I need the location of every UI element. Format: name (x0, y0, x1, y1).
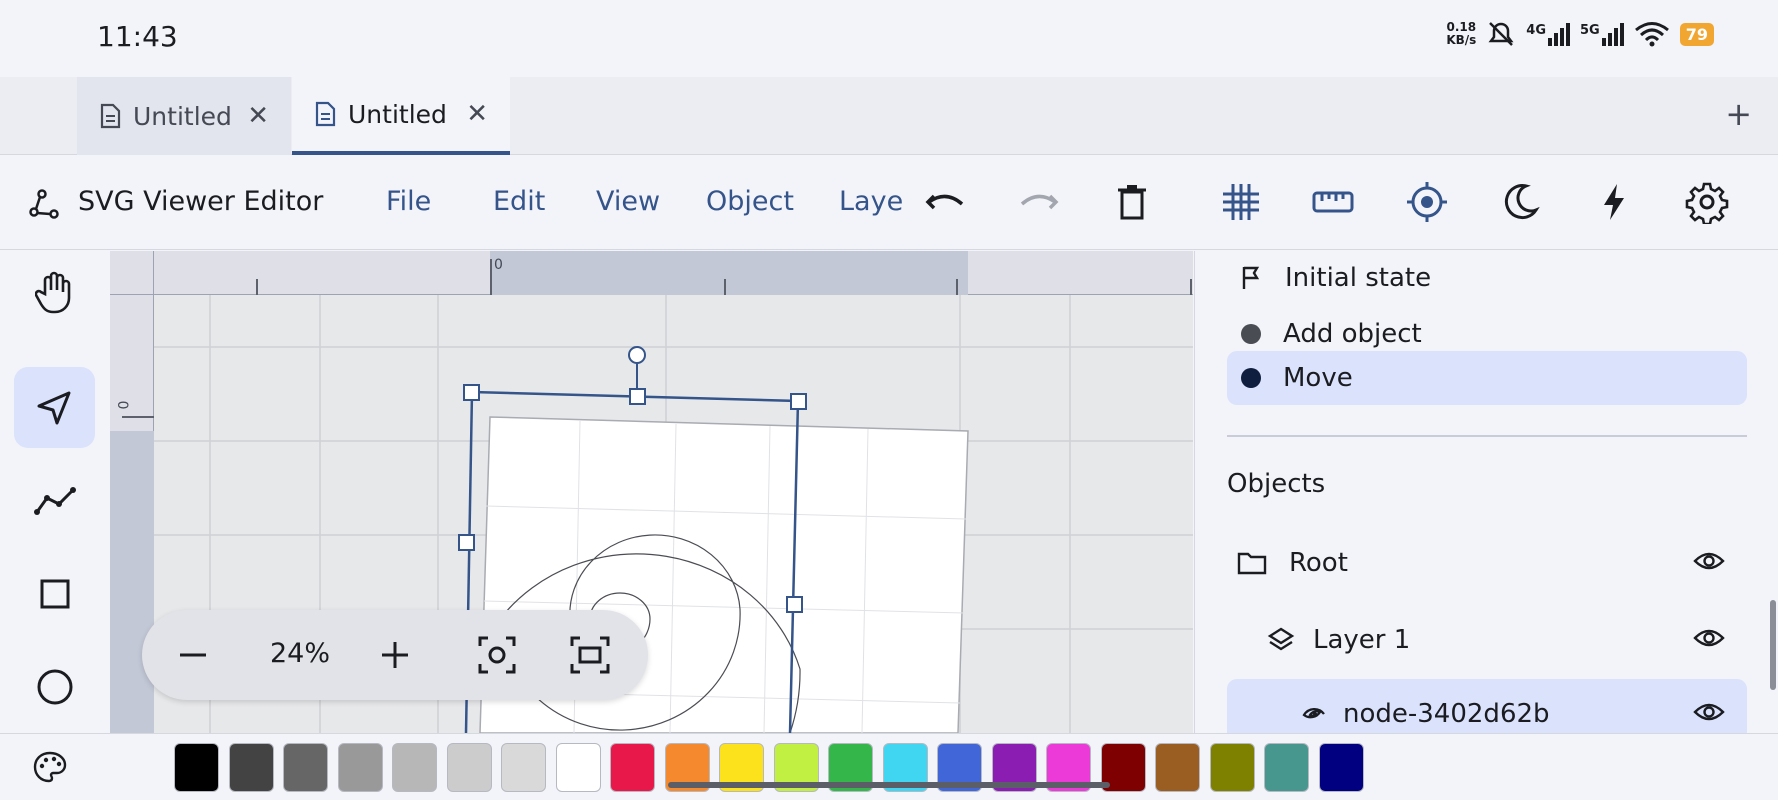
right-panel: Initial state Add object Move Objects Ro… (1194, 251, 1778, 733)
ruler-top-zero: 0 (494, 257, 503, 273)
fit-selection-icon[interactable] (478, 636, 516, 674)
undo-icon[interactable] (924, 180, 968, 224)
close-icon[interactable]: ✕ (466, 99, 488, 129)
select-arrow-icon (37, 391, 70, 424)
settings-icon[interactable] (1685, 180, 1729, 224)
app-logo-icon (29, 189, 59, 219)
document-icon (100, 103, 121, 129)
objects-heading: Objects (1227, 469, 1326, 499)
menu-edit[interactable]: Edit (493, 186, 545, 217)
eye-icon[interactable] (1693, 700, 1725, 724)
select-tool[interactable] (14, 367, 95, 448)
zoom-controls: 24% (142, 610, 648, 700)
color-swatch[interactable] (174, 743, 219, 792)
spiral-icon (1302, 707, 1325, 719)
object-layer-1[interactable]: Layer 1 (1227, 605, 1747, 675)
dot-icon (1241, 368, 1261, 388)
hand-icon (34, 271, 70, 313)
grid-icon[interactable] (1219, 180, 1263, 224)
layers-icon (1267, 627, 1295, 651)
color-swatch[interactable] (610, 743, 655, 792)
zoom-out-icon[interactable] (178, 640, 208, 670)
menu-object[interactable]: Object (706, 186, 794, 217)
color-swatch[interactable] (555, 743, 601, 792)
folder-icon (1237, 552, 1267, 575)
eye-icon[interactable] (1693, 549, 1725, 573)
panel-divider (1227, 435, 1747, 437)
clock: 11:43 (97, 20, 178, 53)
ruler-left-zero: 0 (116, 400, 133, 410)
polyline-icon (33, 486, 76, 515)
dark-mode-icon[interactable] (1498, 180, 1542, 224)
tab-untitled-2[interactable]: Untitled ✕ (292, 77, 510, 155)
color-swatch[interactable] (1264, 743, 1309, 792)
history-label: Move (1283, 363, 1353, 393)
circle-icon (37, 669, 72, 704)
color-swatch[interactable] (446, 743, 492, 792)
ruler-horizontal: 0 (110, 251, 1193, 295)
tab-bar: Untitled ✕ Untitled ✕ (0, 77, 1778, 155)
new-tab-button[interactable]: + (1725, 95, 1752, 133)
zoom-level: 24% (270, 638, 331, 669)
color-swatch[interactable] (392, 743, 437, 792)
color-swatch[interactable] (337, 743, 383, 792)
rectangle-icon (40, 579, 69, 608)
tool-panel (0, 251, 109, 733)
circle-tool[interactable] (14, 646, 95, 727)
color-swatch[interactable] (501, 743, 546, 792)
tab-untitled-1[interactable]: Untitled ✕ (77, 77, 291, 155)
color-swatch[interactable] (1155, 743, 1200, 792)
gesture-bar (668, 782, 1110, 788)
redo-icon[interactable] (1016, 180, 1060, 224)
flash-icon[interactable] (1592, 180, 1636, 224)
object-node-3402d62b[interactable]: node-3402d62b (1227, 679, 1747, 733)
document-icon (315, 101, 336, 127)
menu-layer[interactable]: Laye (839, 186, 903, 217)
history-label: Add object (1283, 319, 1422, 349)
app-title: SVG Viewer Editor (78, 186, 324, 217)
history-label: Initial state (1285, 263, 1432, 293)
close-icon[interactable]: ✕ (247, 101, 269, 131)
status-icons: 0.18 KB/s 4G 5G 79 (1446, 20, 1714, 48)
eye-icon[interactable] (1693, 626, 1725, 650)
color-swatch[interactable] (283, 743, 328, 792)
fit-page-icon[interactable] (570, 636, 610, 674)
color-swatch[interactable] (1209, 743, 1255, 792)
battery-indicator: 79 (1679, 22, 1714, 46)
palette-icon[interactable] (33, 751, 67, 783)
snap-target-icon[interactable] (1405, 180, 1449, 224)
object-label: Layer 1 (1313, 625, 1411, 655)
object-label: node-3402d62b (1343, 699, 1550, 729)
tab-label: Untitled (133, 101, 232, 131)
signal-5g: 5G (1580, 22, 1624, 46)
hand-tool[interactable] (14, 251, 95, 332)
polyline-tool[interactable] (14, 461, 95, 542)
mute-icon (1488, 22, 1514, 46)
zoom-in-icon[interactable] (380, 640, 410, 670)
color-swatch[interactable] (1318, 743, 1364, 792)
ruler-corner (110, 251, 154, 295)
color-swatch[interactable] (228, 743, 274, 792)
dot-icon (1241, 324, 1261, 344)
history-initial-state[interactable]: Initial state (1227, 251, 1747, 305)
tab-label: Untitled (348, 99, 447, 129)
delete-icon[interactable] (1110, 180, 1154, 224)
wifi-icon (1634, 22, 1669, 47)
history-move[interactable]: Move (1227, 351, 1747, 405)
object-root[interactable]: Root (1227, 528, 1747, 598)
panel-scrollbar[interactable] (1770, 600, 1776, 690)
ruler-icon[interactable] (1311, 180, 1355, 224)
menu-view[interactable]: View (596, 186, 660, 217)
net-speed: 0.18 KB/s (1446, 20, 1477, 47)
rectangle-tool[interactable] (14, 553, 95, 634)
flag-icon (1242, 266, 1260, 289)
object-label: Root (1289, 548, 1348, 578)
signal-4g: 4G (1526, 22, 1571, 46)
menu-file[interactable]: File (386, 186, 431, 217)
